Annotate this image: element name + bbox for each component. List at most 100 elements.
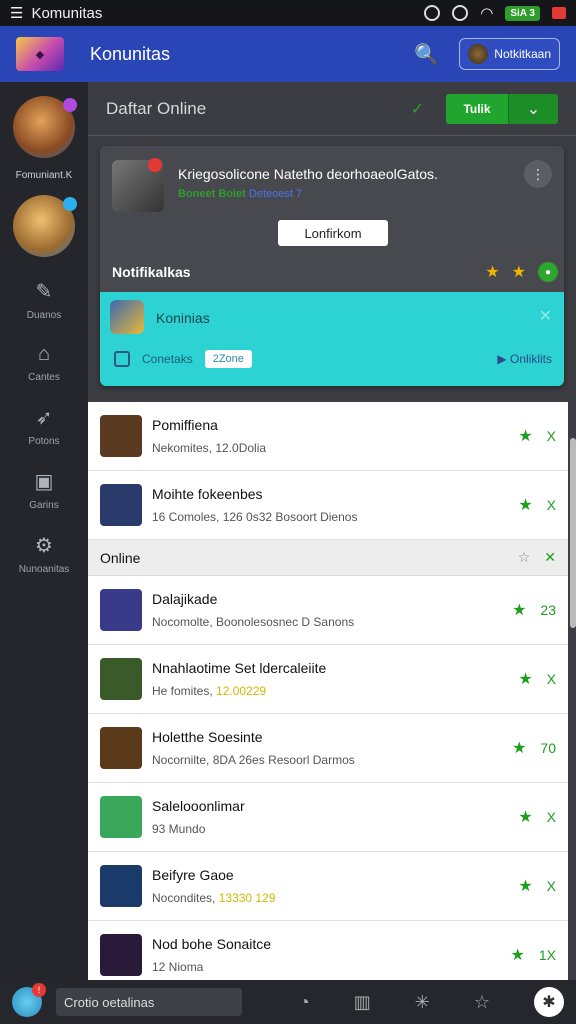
zone-pill[interactable]: 2Zone xyxy=(204,350,252,368)
star-icon[interactable]: ★ xyxy=(518,807,532,827)
clock-icon[interactable]: ◔ xyxy=(299,992,310,1013)
avatar-user-2[interactable] xyxy=(13,195,77,257)
sidebar-item-label: Cantes xyxy=(28,372,60,383)
star-outline-icon[interactable]: ☆ xyxy=(518,549,531,566)
item-action[interactable]: X xyxy=(547,671,556,687)
item-name: Nod bohe Sonaitce xyxy=(152,936,272,952)
check-icon: ✓ xyxy=(410,100,424,118)
status-bar: ☰ Komunitas ◠ SiA 3 xyxy=(0,0,576,26)
sidebar-item-2[interactable]: ⌂ Cantes xyxy=(28,343,60,383)
split-button-main[interactable]: Tulik xyxy=(446,93,508,124)
star-icon[interactable]: ★ xyxy=(512,738,526,758)
game-thumbnail xyxy=(100,727,142,769)
item-name: Moihte fokeenbes xyxy=(152,486,263,502)
book-icon[interactable]: ▥ xyxy=(354,992,371,1013)
item-action[interactable]: X xyxy=(547,878,556,894)
item-sub: 12 Nioma xyxy=(152,960,204,974)
item-action[interactable]: X xyxy=(547,428,556,444)
list-item[interactable]: Holetthe Soesinte Nocornilte, 8DA 26es Re… xyxy=(88,714,568,783)
signal-badge: SiA 3 xyxy=(505,5,540,21)
rocket-icon: ➶ xyxy=(35,407,53,429)
game-thumbnail xyxy=(100,589,142,631)
star-icon[interactable]: ★ xyxy=(511,945,525,965)
sidebar-item-5[interactable]: ⚙ Nunoanitas xyxy=(19,533,70,575)
scrollbar[interactable] xyxy=(570,438,576,628)
game-thumbnail xyxy=(100,865,142,907)
list-item[interactable]: Nnahlaotime Set ldercaleiite He fomites, … xyxy=(88,645,568,714)
sidebar-item-label: Duanos xyxy=(26,310,62,321)
star-icon[interactable]: ★ xyxy=(485,262,499,282)
list-item[interactable]: Beifyre Gaoe Nocondites, 13330 129 ★ X xyxy=(88,852,568,921)
alarm-icon xyxy=(452,5,469,21)
confirm-button[interactable]: Lonfirkom xyxy=(278,220,388,246)
list-item[interactable]: Pomiffiena Nekomites, 12.0Dolia ★ X xyxy=(88,402,568,471)
compose-icon[interactable]: ✱ xyxy=(534,987,564,1017)
list-item[interactable]: Dalajikade Nocomolte, Boonolesosnec D San… xyxy=(88,576,568,645)
status-dot-icon xyxy=(63,98,77,112)
game-thumbnail xyxy=(100,658,142,700)
card-title: Kriegosolicone Natetho deorhoaeolGatos. xyxy=(178,166,438,182)
sidebar-item-label: Nunoanitas xyxy=(18,564,70,575)
contact-list: Pomiffiena Nekomites, 12.0Dolia ★ X Moihte… xyxy=(88,402,568,980)
notifications-button[interactable]: Notkitkaan xyxy=(459,38,560,70)
avatar[interactable]: ! xyxy=(12,983,46,1017)
chat-input[interactable]: Crotio oetalinas xyxy=(56,988,242,1016)
item-sub: 93 Mundo xyxy=(152,822,206,836)
item-action[interactable]: 70 xyxy=(540,740,556,756)
community-banner[interactable]: Koninias ✕ Conetaks 2Zone ▶ Onliklits xyxy=(100,292,564,386)
item-sub: 16 Comoles, 126 0s32 Bosoort Dienos xyxy=(152,510,358,524)
list-item[interactable]: Salelooonlimar 93 Mundo ★ X xyxy=(88,783,568,852)
star-icon[interactable]: ★ xyxy=(518,426,532,446)
app-header: ◆ Konunitas 🔍 Notkitkaan xyxy=(0,26,576,82)
close-icon[interactable]: ✕ xyxy=(544,549,556,566)
list-item[interactable]: Nod bohe Sonaitce 12 Nioma ★ 1X xyxy=(88,921,568,980)
status-dot-icon xyxy=(63,197,77,211)
community-name: Koninias xyxy=(156,310,210,326)
online-header: Daftar Online ✓ Tulik ⌄ xyxy=(88,82,576,136)
item-action[interactable]: X xyxy=(547,809,556,825)
box-icon: ▣ xyxy=(34,471,54,493)
online-label: Daftar Online xyxy=(106,98,207,118)
page-title: Konunitas xyxy=(90,43,171,64)
notifications-button-label: Notkitkaan xyxy=(494,47,551,61)
search-icon[interactable]: 🔍 xyxy=(414,42,439,67)
section-header: Online ☆ ✕ xyxy=(88,540,568,576)
battery-icon xyxy=(552,7,566,19)
menu-icon[interactable]: ☰ xyxy=(10,4,23,22)
star-icon[interactable]: ★ xyxy=(518,495,532,515)
star-icon[interactable]: ★ xyxy=(512,262,526,282)
sidebar-item-4[interactable]: ▣ Garins xyxy=(29,469,58,511)
spark-icon[interactable]: ✳ xyxy=(415,992,430,1013)
item-sub: He fomites, 12.00229 xyxy=(152,684,267,698)
sidebar-item-1[interactable]: ✎ Duanos xyxy=(27,279,61,321)
chevron-down-icon[interactable]: ⌄ xyxy=(508,93,558,124)
list-item[interactable]: Moihte fokeenbes 16 Comoles, 126 0s32 Bos… xyxy=(88,471,568,540)
star-icon[interactable]: ★ xyxy=(518,669,532,689)
avatar-user-1[interactable] xyxy=(13,96,77,158)
app-logo: ◆ xyxy=(16,37,64,71)
item-action[interactable]: 1X xyxy=(539,947,556,963)
contacts-label[interactable]: Conetaks xyxy=(142,352,193,366)
item-sub: Nocomolte, Boonolesosnec D Sanons xyxy=(152,615,355,629)
main-panel: Daftar Online ✓ Tulik ⌄ Kriegosolicone N… xyxy=(88,82,576,980)
status-title: Komunitas xyxy=(31,4,103,22)
star-icon[interactable]: ★ xyxy=(512,600,526,620)
cube-icon xyxy=(112,158,164,212)
more-icon[interactable]: ⋮ xyxy=(524,160,552,188)
item-action[interactable]: 23 xyxy=(540,602,556,618)
close-icon[interactable]: ✕ xyxy=(539,306,552,326)
item-sub: Nocornilte, 8DA 26es Resoorl Darmos xyxy=(152,753,355,767)
game-thumbnail xyxy=(100,934,142,976)
star-outline-icon[interactable]: ☆ xyxy=(474,992,490,1013)
online-link[interactable]: ▶ Onliklits xyxy=(497,352,552,366)
online-dot-icon: ● xyxy=(538,262,558,282)
pen-icon: ✎ xyxy=(35,281,53,303)
item-name: Beifyre Gaoe xyxy=(152,867,234,883)
item-action[interactable]: X xyxy=(547,497,556,513)
wifi-icon: ◠ xyxy=(480,5,494,22)
sidebar-item-3[interactable]: ➶ Potons xyxy=(28,405,59,447)
item-sub: Nekomites, 12.0Dolia xyxy=(152,441,267,455)
sidebar-item-label: Potons xyxy=(28,436,60,447)
star-icon[interactable]: ★ xyxy=(518,876,532,896)
gear-icon: ⚙ xyxy=(35,535,53,557)
